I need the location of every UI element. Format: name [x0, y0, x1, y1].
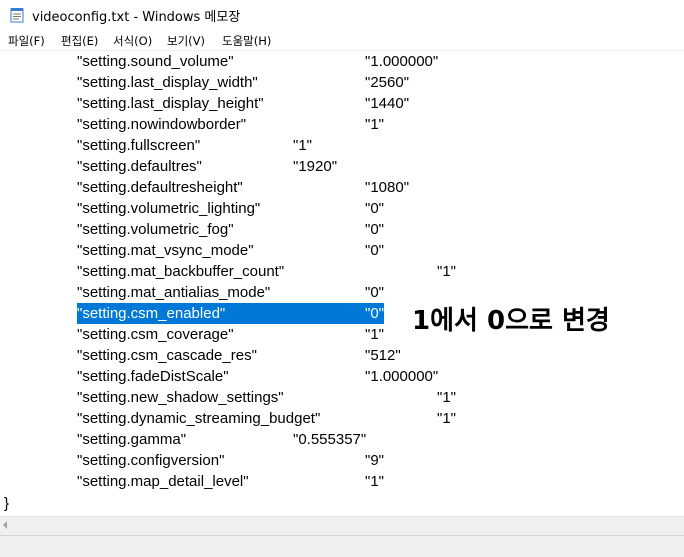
window-title: videoconfig.txt - Windows 메모장 — [32, 10, 241, 25]
config-key: "setting.last_display_height" — [77, 95, 264, 112]
config-key: "setting.defaultresheight" — [77, 179, 243, 196]
config-value: "9" — [365, 452, 384, 469]
config-value: "1080" — [365, 179, 410, 196]
config-value: "1" — [437, 263, 456, 280]
config-key: "setting.csm_cascade_res" — [77, 347, 257, 364]
config-value: "0" — [365, 303, 384, 324]
config-key: "setting.sound_volume" — [77, 53, 234, 70]
config-value: "1" — [293, 137, 312, 154]
config-key: "setting.map_detail_level" — [77, 473, 249, 490]
config-value: "0" — [365, 200, 384, 217]
menu-format[interactable]: 서식(O) — [113, 33, 152, 49]
config-key: "setting.volumetric_fog" — [77, 221, 234, 238]
config-value: "0.555357" — [293, 431, 367, 448]
config-key: "setting.mat_antialias_mode" — [77, 284, 271, 301]
horizontal-scrollbar[interactable] — [0, 516, 684, 535]
closing-brace: } — [4, 495, 10, 512]
config-key: "setting.configversion" — [77, 452, 225, 469]
text-editor[interactable]: "setting.sound_volume" "1.000000" "setting… — [0, 51, 684, 516]
menu-file[interactable]: 파일(F) — [8, 33, 45, 49]
config-value: "1.000000" — [365, 368, 439, 385]
annotation-text: 1에서 0으로 변경 — [412, 306, 610, 336]
config-value: "1" — [365, 473, 384, 490]
config-key: "setting.fadeDistScale" — [77, 368, 229, 385]
config-value: "1" — [365, 116, 384, 133]
config-value: "512" — [365, 347, 401, 364]
config-value: "1" — [437, 389, 456, 406]
notepad-icon — [10, 7, 24, 23]
config-key: "setting.fullscreen" — [77, 137, 201, 154]
config-value: "0" — [365, 242, 384, 259]
config-value: "1.000000" — [365, 53, 439, 70]
config-value: "2560" — [365, 74, 410, 91]
config-key: "setting.mat_vsync_mode" — [77, 242, 254, 259]
config-key: "setting.dynamic_streaming_budget" — [77, 410, 321, 427]
title-bar: videoconfig.txt - Windows 메모장 — [0, 0, 684, 30]
config-value: "1920" — [293, 158, 338, 175]
config-value: "1440" — [365, 95, 410, 112]
config-key: "setting.csm_coverage" — [77, 326, 234, 343]
scroll-left-arrow-icon[interactable] — [3, 521, 7, 529]
config-value: "1" — [437, 410, 456, 427]
config-key: "setting.mat_backbuffer_count" — [77, 263, 285, 280]
menu-bar: 파일(F) 편집(E) 서식(O) 보기(V) 도움말(H) — [0, 30, 684, 51]
config-key: "setting.csm_enabled" — [77, 303, 226, 324]
config-key: "setting.volumetric_lighting" — [77, 200, 261, 217]
menu-view[interactable]: 보기(V) — [167, 33, 205, 49]
config-key: "setting.last_display_width" — [77, 74, 258, 91]
config-key: "setting.nowindowborder" — [77, 116, 247, 133]
config-key: "setting.defaultres" — [77, 158, 202, 175]
config-value: "0" — [365, 284, 384, 301]
menu-help[interactable]: 도움말(H) — [222, 33, 271, 49]
config-value: "0" — [365, 221, 384, 238]
selection-gap — [225, 303, 365, 324]
status-bar — [0, 535, 684, 557]
config-key: "setting.new_shadow_settings" — [77, 389, 284, 406]
config-value: "1" — [365, 326, 384, 343]
menu-edit[interactable]: 편집(E) — [61, 33, 98, 49]
config-key: "setting.gamma" — [77, 431, 187, 448]
